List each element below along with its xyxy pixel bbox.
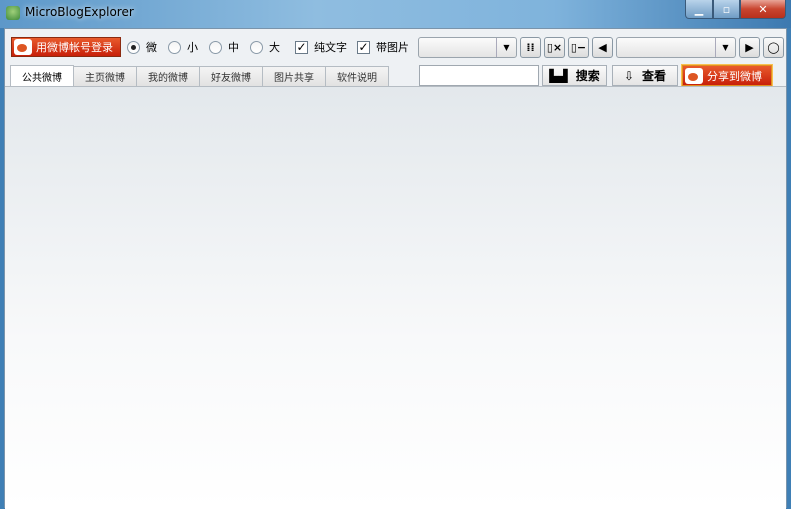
radio-label: 中 (228, 41, 239, 54)
search-button[interactable]: ▙▟ 搜索 (542, 65, 607, 86)
weibo-icon (685, 67, 703, 84)
login-label: 用微博帐号登录 (36, 41, 113, 54)
radio-label: 微 (146, 41, 157, 54)
app-icon (6, 6, 20, 20)
address-combo[interactable]: ▼ (616, 37, 736, 58)
share-label: 分享到微博 (707, 69, 762, 83)
column-remove-icon: ▯× (546, 41, 563, 54)
window-title: MicroBlogExplorer (25, 5, 134, 19)
close-button[interactable]: ✕ (740, 0, 786, 19)
maximize-button[interactable]: ▫ (713, 0, 740, 19)
radio-icon (209, 40, 222, 54)
size-radio-medium[interactable]: 中 (209, 39, 239, 55)
forward-button[interactable]: ▶ (739, 37, 760, 58)
check-icon: ✓ (295, 39, 308, 54)
check-icon: ✓ (357, 39, 370, 54)
remove-column-button[interactable]: ▯× (544, 37, 565, 58)
radio-icon (168, 40, 181, 54)
weibo-login-button[interactable]: 用微博帐号登录 (11, 37, 121, 57)
checkbox-label: 带图片 (376, 41, 409, 54)
refresh-icon: ◯ (767, 41, 780, 54)
filter-combo[interactable]: ▼ (418, 37, 517, 58)
column-minus-icon: ▯− (570, 41, 587, 54)
tab-help[interactable]: 软件说明 (325, 66, 389, 86)
chevron-down-icon[interactable]: ▼ (496, 38, 516, 57)
collapse-column-button[interactable]: ▯− (568, 37, 589, 58)
tab-images[interactable]: 图片共享 (262, 66, 326, 86)
tab-mine[interactable]: 我的微博 (136, 66, 200, 86)
arrow-left-icon: ◀ (598, 41, 607, 54)
tab-bar: 公共微博 主页微博 我的微博 好友微博 图片共享 软件说明 (10, 65, 389, 86)
radio-icon (250, 40, 263, 54)
chevron-down-icon[interactable]: ▼ (715, 38, 735, 57)
tab-friends[interactable]: 好友微博 (199, 66, 263, 86)
tab-home[interactable]: 主页微博 (73, 66, 137, 86)
weibo-icon (14, 39, 32, 55)
client-area: 用微博帐号登录 微 小 中 大 ✓ 纯文字 ✓ 带图片 ▼ ⁞⁞ ▯× ▯− ◀ ▼… (4, 28, 787, 509)
content-panel (5, 86, 786, 509)
tab-public[interactable]: 公共微博 (10, 65, 74, 86)
title-bar: MicroBlogExplorer ▁ ▫ ✕ (0, 0, 791, 28)
minimize-button[interactable]: ▁ (685, 0, 713, 19)
refresh-button[interactable]: ◯ (763, 37, 784, 58)
arrow-down-icon: ⇩ (623, 68, 635, 83)
text-only-checkbox[interactable]: ✓ 纯文字 (295, 39, 347, 55)
checkbox-label: 纯文字 (314, 41, 347, 54)
view-button[interactable]: ⇩ 查看 (612, 65, 678, 86)
toolbar: 用微博帐号登录 微 小 中 大 ✓ 纯文字 ✓ 带图片 ▼ ⁞⁞ ▯× ▯− ◀ ▼… (5, 29, 786, 59)
radio-label: 小 (187, 41, 198, 54)
radio-label: 大 (269, 41, 280, 54)
size-radio-small[interactable]: 小 (168, 39, 198, 55)
grid-icon: ⁞⁞ (526, 41, 535, 54)
arrow-right-icon: ▶ (745, 41, 754, 54)
search-input[interactable] (419, 65, 539, 86)
grid-clear-button[interactable]: ⁞⁞ (520, 37, 541, 58)
binoculars-icon: ▙▟ (549, 68, 568, 83)
share-to-weibo-button[interactable]: 分享到微博 (682, 65, 772, 86)
with-image-checkbox[interactable]: ✓ 带图片 (357, 39, 409, 55)
size-radio-large[interactable]: 大 (250, 39, 280, 55)
radio-icon (127, 40, 140, 54)
search-label: 搜索 (575, 69, 600, 83)
size-radio-micro[interactable]: 微 (127, 39, 157, 55)
back-button[interactable]: ◀ (592, 37, 613, 58)
view-label: 查看 (642, 69, 667, 83)
